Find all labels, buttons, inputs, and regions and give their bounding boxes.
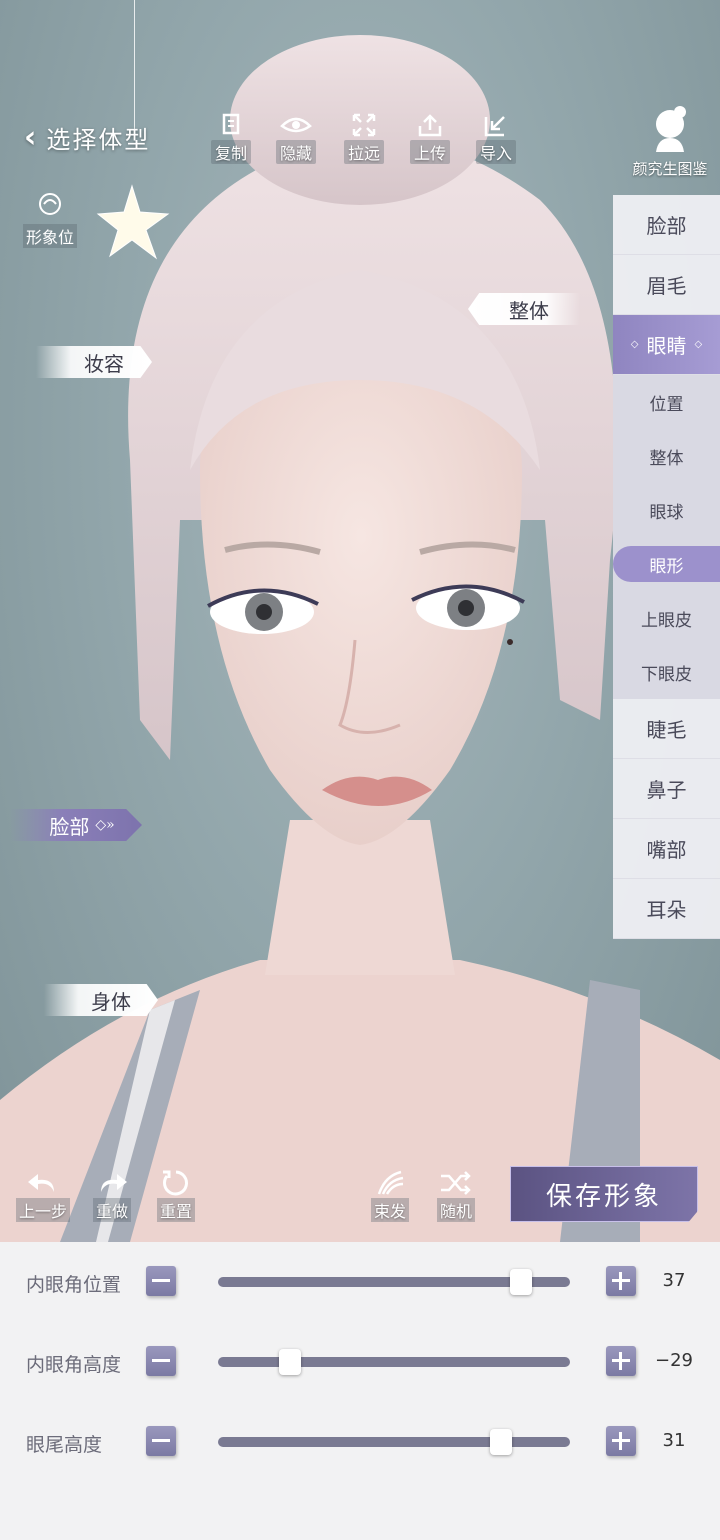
sidebar-item-eyelashes[interactable]: 睫毛 [613,699,720,759]
slider-value: 37 [662,1270,686,1291]
hide-button[interactable]: 隐藏 [268,112,324,164]
decrease-button[interactable] [146,1426,176,1456]
reset-label: 重置 [156,1198,195,1222]
zoom-out-icon [352,113,376,137]
random-button[interactable]: 随机 [426,1168,486,1222]
increase-button[interactable] [606,1426,636,1456]
whole-tag-label: 整体 [509,298,549,323]
slider-row: 眼尾高度 31 [0,1422,720,1462]
save-appearance-label: 保存形象 [545,1181,662,1212]
subitem-upper-eyelid[interactable]: 上眼皮 [613,591,720,645]
zoom-out-button[interactable]: 拉远 [336,112,392,164]
sidebar-item-eyebrows[interactable]: 眉毛 [613,255,720,315]
shuffle-icon [441,1171,471,1195]
slider-thumb[interactable] [490,1429,513,1455]
slider-panel: 内眼角位置 37 内眼角高度 −29 眼尾高度 31 [0,1242,720,1540]
reset-icon [163,1170,188,1196]
subitem-position[interactable]: 位置 [613,375,720,429]
slider-label: 内眼角位置 [26,1274,122,1296]
hide-label: 隐藏 [275,140,316,164]
whole-tag[interactable]: 整体 [468,293,580,325]
slider-track[interactable] [218,1269,570,1295]
slider-thumb[interactable] [509,1269,532,1295]
body-tag-label: 身体 [91,989,131,1014]
redo-label: 重做 [92,1198,131,1222]
diamond-icon: ◇ [630,339,639,350]
subitem-eye-shape[interactable]: 眼形 [613,546,720,582]
upload-icon [418,114,442,137]
body-tag[interactable]: 身体 [44,984,158,1016]
redo-button[interactable]: 重做 [82,1168,142,1222]
tie-hair-label: 束发 [370,1198,409,1222]
slider-label: 内眼角高度 [26,1354,122,1376]
subitem-eyeball[interactable]: 眼球 [613,483,720,537]
upload-button[interactable]: 上传 [402,112,458,164]
reset-button[interactable]: 重置 [146,1168,206,1222]
decrease-button[interactable] [146,1266,176,1296]
eye-subcategory-list: 位置 整体 眼球 眼形 上眼皮 下眼皮 [613,375,720,699]
increase-button[interactable] [606,1346,636,1376]
undo-button[interactable]: 上一步 [12,1168,74,1222]
save-appearance-button[interactable]: 保存形象 [510,1166,698,1222]
slider-row: 内眼角位置 37 [0,1262,720,1302]
slider-track[interactable] [218,1429,570,1455]
import-label: 导入 [475,140,516,164]
tie-hair-button[interactable]: 束发 [360,1168,420,1222]
slider-track[interactable] [218,1349,570,1375]
import-button[interactable]: 导入 [468,112,524,164]
zoom-out-label: 拉远 [343,140,384,164]
chevron-left-icon: ‹ [24,119,37,155]
favorite-star-icon[interactable] [94,182,174,264]
undo-label: 上一步 [15,1198,70,1222]
increase-button[interactable] [606,1266,636,1296]
diamond-icon: ◇ [694,339,703,350]
hanging-line [134,0,135,140]
slider-value: 31 [662,1430,686,1451]
tie-hair-icon [377,1170,404,1195]
appearance-slot-button[interactable]: 形象位 [16,190,84,248]
copy-button[interactable]: 复制 [203,112,259,164]
portrait-icon [656,106,686,152]
back-title: 选择体型 [46,126,151,154]
sidebar-item-nose[interactable]: 鼻子 [613,759,720,819]
import-icon [484,116,505,137]
makeup-tag-label: 妆容 [84,351,124,376]
appearance-slot-icon [39,193,61,215]
subitem-overall[interactable]: 整体 [613,429,720,483]
back-button[interactable]: ‹ 选择体型 [24,120,150,155]
subitem-lower-eyelid[interactable]: 下眼皮 [613,645,720,699]
diamond-chevrons-icon: ◇» [95,817,115,833]
slider-thumb[interactable] [279,1349,302,1375]
eye-icon [280,117,312,133]
sidebar-item-mouth[interactable]: 嘴部 [613,819,720,879]
copy-icon [222,113,240,135]
sidebar-item-ears[interactable]: 耳朵 [613,879,720,939]
sidebar-item-eyes[interactable]: ◇ 眼睛 ◇ [613,315,720,375]
style-guide-label: 颜究生图鉴 [632,160,708,178]
appearance-slot-label: 形象位 [22,224,77,248]
slider-label: 眼尾高度 [26,1434,103,1456]
face-tag[interactable]: 脸部 ◇» [10,809,142,841]
decrease-button[interactable] [146,1346,176,1376]
random-label: 随机 [436,1198,475,1222]
slider-value: −29 [655,1350,693,1371]
style-guide-button[interactable]: 颜究生图鉴 [620,104,720,179]
sidebar-item-face[interactable]: 脸部 [613,195,720,255]
character-viewport[interactable]: ‹ 选择体型 复制 隐藏 拉远 上传 导入 颜究生图鉴 形象位 整体 妆容 脸部… [0,0,720,1242]
slider-row: 内眼角高度 −29 [0,1342,720,1382]
undo-icon [28,1174,54,1192]
copy-label: 复制 [210,140,251,164]
sidebar-item-eyes-label: 眼睛 [646,334,687,358]
redo-icon [101,1174,127,1192]
upload-label: 上传 [409,140,450,164]
face-tag-label: 脸部 [49,814,90,839]
makeup-tag[interactable]: 妆容 [36,346,152,378]
category-sidebar: 脸部 眉毛 ◇ 眼睛 ◇ 位置 整体 眼球 眼形 上眼皮 下眼皮 睫毛 鼻子 嘴… [613,195,720,939]
